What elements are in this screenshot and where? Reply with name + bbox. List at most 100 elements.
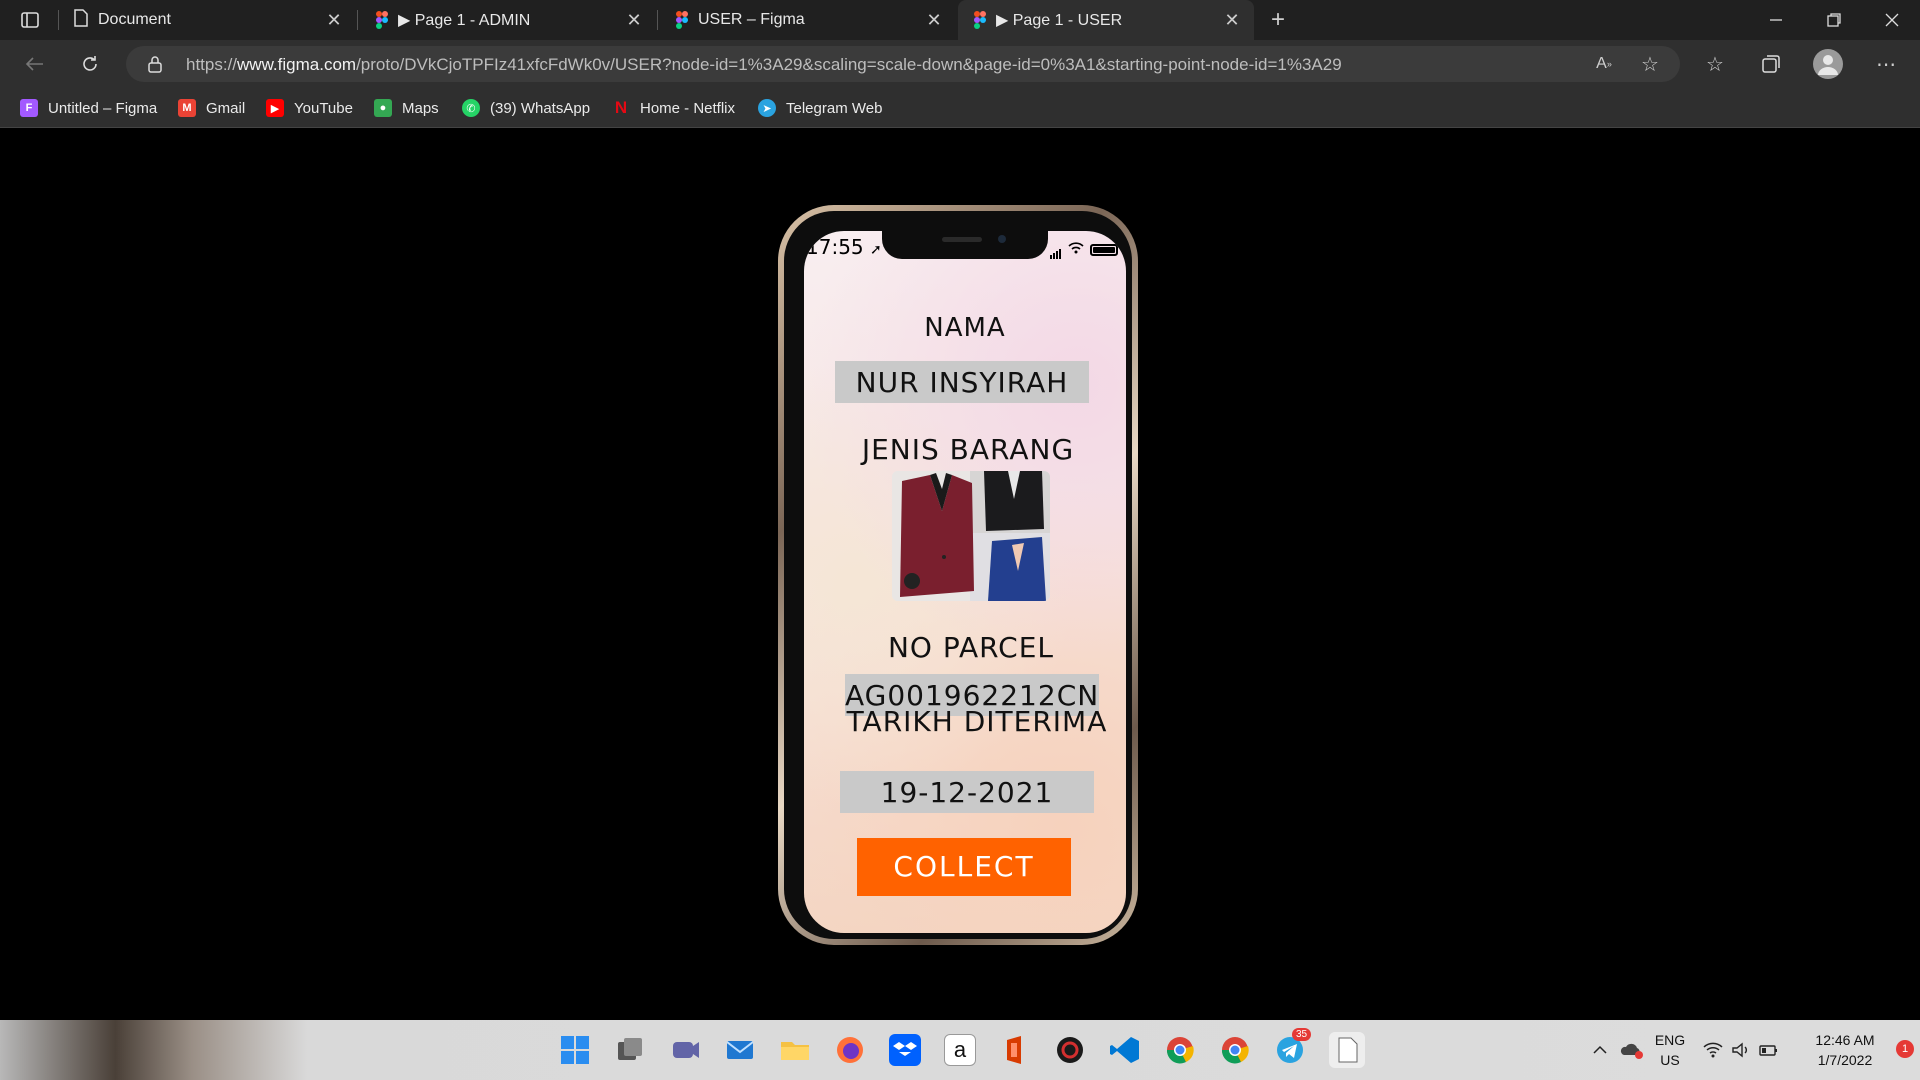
bookmark-gmail[interactable]: M Gmail: [178, 97, 245, 119]
tab-user-figma[interactable]: USER – Figma ✕: [660, 0, 956, 40]
bookmark-label: YouTube: [294, 99, 353, 117]
bookmark-label: Home - Netflix: [640, 99, 736, 117]
battery-icon[interactable]: [1758, 1040, 1780, 1060]
chrome-profile-icon[interactable]: [1219, 1034, 1251, 1066]
bookmarks-bar: F Untitled – Figma M Gmail ▶ YouTube ● M…: [0, 88, 1920, 128]
phone-screen: 17:55 ➚ NAMA NUR INSYIRAH JENIS BARANG N…: [804, 231, 1126, 933]
onedrive-icon[interactable]: [1620, 1040, 1644, 1060]
mail-icon[interactable]: [724, 1034, 756, 1066]
taskbar: a 35 ENG US 12:46 AM 1/7/2022 1: [0, 1020, 1920, 1080]
read-aloud-icon[interactable]: A»: [1592, 52, 1616, 76]
minimize-icon[interactable]: [1756, 8, 1796, 32]
name-field: NUR INSYIRAH: [835, 361, 1089, 403]
document-icon: [74, 8, 88, 32]
figma-icon: [676, 11, 688, 29]
notification-badge[interactable]: 1: [1896, 1040, 1914, 1058]
close-icon[interactable]: ✕: [322, 8, 346, 32]
netflix-icon: N: [614, 98, 628, 117]
tab-actions-icon[interactable]: [18, 8, 42, 32]
notepad-icon[interactable]: [1329, 1032, 1365, 1068]
battery-icon: [1090, 244, 1118, 256]
tab-page1-admin[interactable]: ▶ Page 1 - ADMIN ✕: [360, 0, 656, 40]
tab-bar: Document ✕ ▶ Page 1 - ADMIN ✕ USER – Fig…: [0, 0, 1920, 40]
figma-icon: [376, 11, 388, 29]
region-code: US: [1660, 1052, 1680, 1068]
bookmark-netflix[interactable]: N Home - Netflix: [612, 97, 735, 119]
location-icon: ➚: [870, 242, 882, 258]
status-icons: [1050, 241, 1118, 259]
date-received-label: TARIKH DITERIMA: [846, 705, 1108, 738]
language-indicator[interactable]: ENG US: [1650, 1030, 1690, 1070]
collections-icon[interactable]: [1758, 52, 1784, 76]
chevron-up-icon[interactable]: [1590, 1040, 1610, 1060]
phone-notch: [882, 231, 1048, 259]
tab-title: ▶ Page 1 - USER: [996, 12, 1123, 29]
bookmark-label: (39) WhatsApp: [490, 99, 591, 117]
status-time: 17:55 ➚: [806, 235, 882, 259]
telegram-badge: 35: [1292, 1028, 1312, 1041]
vscode-icon[interactable]: [1109, 1034, 1141, 1066]
phone-frame: 17:55 ➚ NAMA NUR INSYIRAH JENIS BARANG N…: [778, 205, 1138, 945]
item-type-label: JENIS BARANG: [861, 433, 1075, 466]
chrome-icon[interactable]: [1164, 1034, 1196, 1066]
url-field[interactable]: https://www.figma.com/proto/DVkCjoTPFIz4…: [126, 46, 1680, 82]
lock-icon: [148, 55, 162, 78]
amazon-icon[interactable]: a: [944, 1034, 976, 1066]
clock[interactable]: 12:46 AM 1/7/2022: [1800, 1030, 1890, 1070]
restore-icon[interactable]: [1814, 8, 1854, 32]
back-icon[interactable]: [20, 52, 48, 76]
name-label: NAMA: [924, 313, 1006, 343]
refresh-icon[interactable]: [76, 52, 104, 76]
youtube-icon: ▶: [266, 99, 284, 117]
favorites-icon[interactable]: ☆: [1702, 52, 1728, 76]
close-icon[interactable]: ✕: [1220, 8, 1244, 32]
teams-chat-icon[interactable]: [669, 1034, 701, 1066]
close-icon[interactable]: ✕: [922, 8, 946, 32]
whatsapp-icon: ✆: [462, 99, 480, 117]
language-code: ENG: [1654, 1032, 1686, 1048]
parcel-number-label: NO PARCEL: [887, 631, 1055, 664]
clock-date: 1/7/2022: [1817, 1052, 1873, 1068]
bookmark-maps[interactable]: ● Maps: [374, 97, 439, 119]
blazer-product-image: [892, 471, 1050, 601]
bookmark-whatsapp[interactable]: ✆ (39) WhatsApp: [462, 97, 590, 119]
address-bar: https://www.figma.com/proto/DVkCjoTPFIz4…: [0, 40, 1920, 88]
bookmark-label: Telegram Web: [786, 99, 883, 117]
figma-icon: F: [20, 99, 38, 117]
clock-time: 12:46 AM: [1815, 1032, 1875, 1048]
volume-icon[interactable]: [1730, 1040, 1752, 1060]
firefox-icon[interactable]: [834, 1034, 866, 1066]
dropbox-icon[interactable]: [889, 1034, 921, 1066]
wifi-icon: [1068, 241, 1084, 259]
telegram-icon[interactable]: 35: [1274, 1028, 1312, 1066]
telegram-icon: ➤: [758, 99, 776, 117]
bookmark-figma[interactable]: F Untitled – Figma: [20, 97, 157, 119]
collect-button[interactable]: COLLECT: [857, 838, 1071, 896]
task-view-icon[interactable]: [614, 1034, 646, 1066]
signal-icon: [1050, 241, 1062, 259]
bookmark-youtube[interactable]: ▶ YouTube: [266, 97, 353, 119]
file-explorer-icon[interactable]: [779, 1034, 811, 1066]
profile-icon[interactable]: [1813, 49, 1843, 79]
bookmark-label: Untitled – Figma: [48, 99, 158, 117]
close-icon[interactable]: ✕: [622, 8, 646, 32]
new-tab-button[interactable]: +: [1264, 6, 1292, 34]
close-window-icon[interactable]: [1872, 8, 1912, 32]
tab-title: ▶ Page 1 - ADMIN: [398, 12, 531, 29]
figma-icon: [974, 11, 986, 29]
office-icon[interactable]: [999, 1034, 1031, 1066]
more-icon[interactable]: ⋯: [1872, 52, 1900, 76]
add-favorite-icon[interactable]: ☆: [1638, 52, 1662, 76]
bookmark-label: Maps: [402, 99, 439, 117]
tab-title: USER – Figma: [698, 11, 805, 28]
antivirus-icon[interactable]: [1054, 1034, 1086, 1066]
tab-title: Document: [98, 11, 171, 28]
bookmark-telegram[interactable]: ➤ Telegram Web: [758, 97, 882, 119]
wifi-icon[interactable]: [1702, 1040, 1724, 1060]
maps-icon: ●: [374, 99, 392, 117]
tab-page1-user[interactable]: ▶ Page 1 - USER ✕: [958, 0, 1254, 40]
url-text: https://www.figma.com/proto/DVkCjoTPFIz4…: [186, 55, 1342, 74]
bookmark-label: Gmail: [206, 99, 246, 117]
tab-document[interactable]: Document ✕: [60, 0, 356, 40]
start-icon[interactable]: [559, 1034, 591, 1066]
